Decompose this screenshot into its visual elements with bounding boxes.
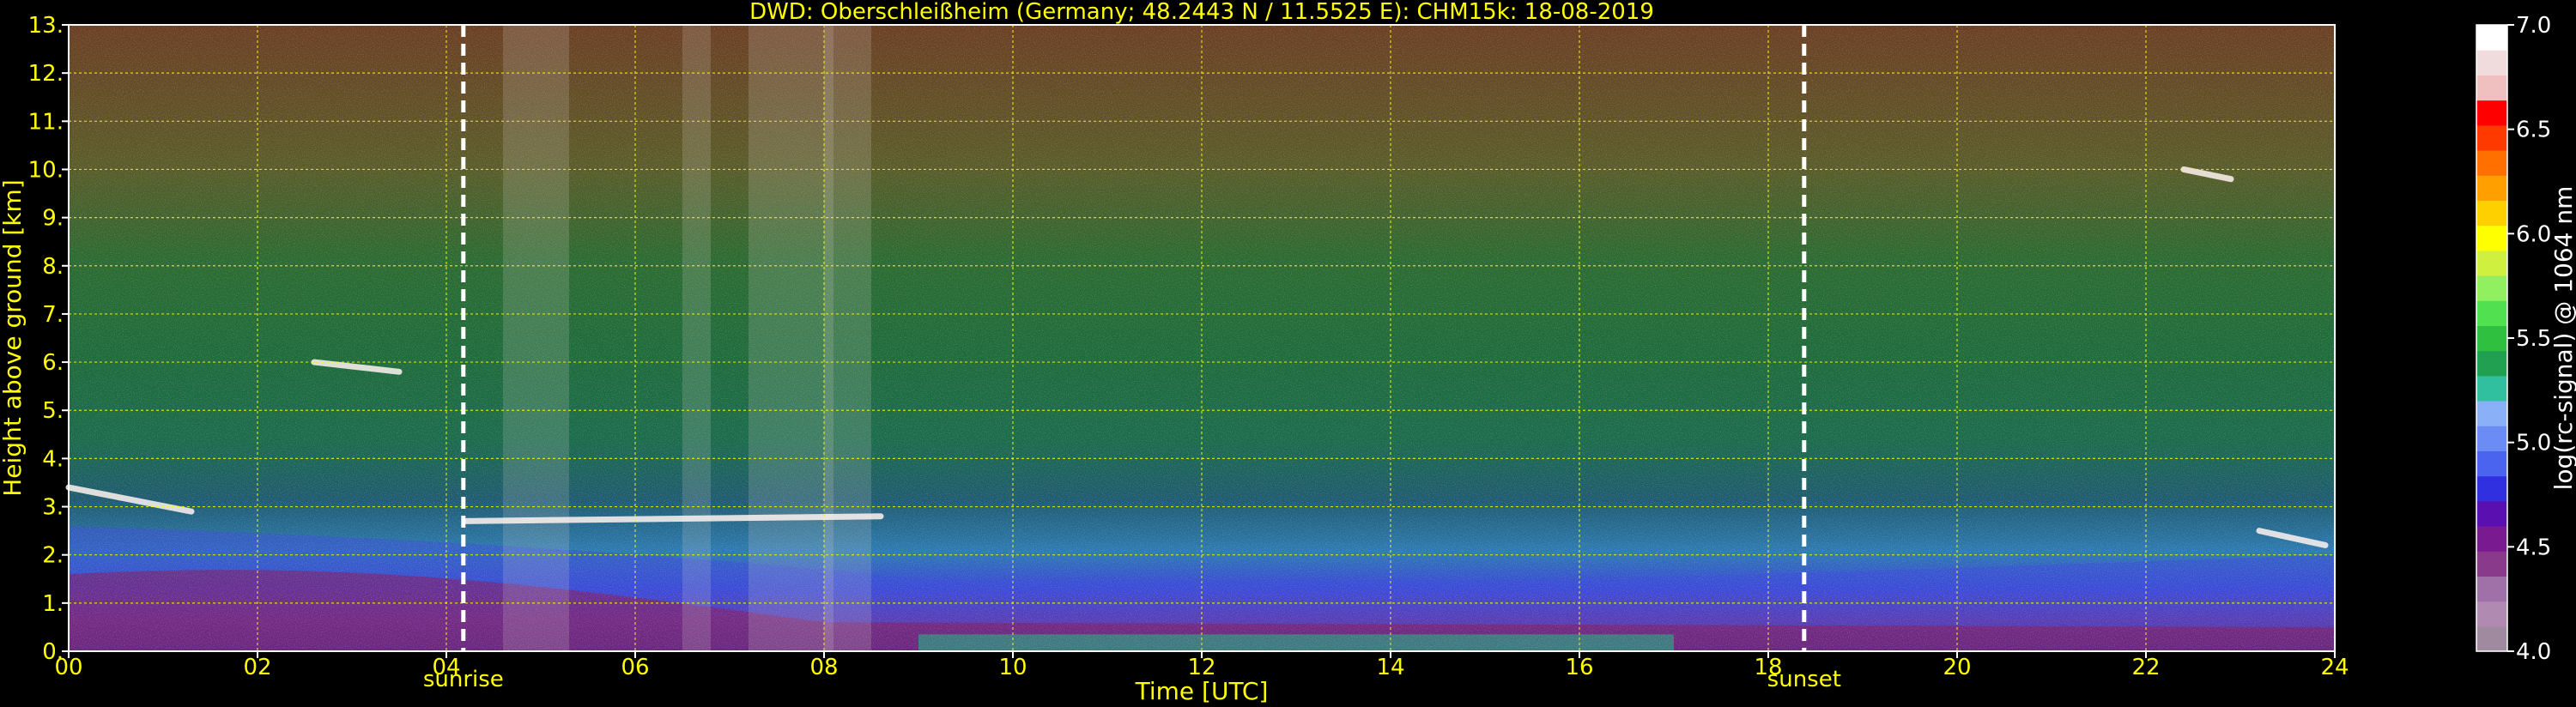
colorbar-segment bbox=[2476, 225, 2507, 251]
colorbar-segment bbox=[2476, 450, 2507, 477]
colorbar-tick-label: 7.0 bbox=[2516, 13, 2551, 39]
colorbar-segment bbox=[2476, 275, 2507, 301]
x-tick-label: 24 bbox=[2320, 655, 2349, 680]
colorbar-segment bbox=[2476, 350, 2507, 377]
colorbar-segment bbox=[2476, 426, 2507, 451]
x-tick-label: 02 bbox=[243, 655, 271, 680]
x-tick-label: 08 bbox=[809, 655, 838, 680]
colorbar-segment bbox=[2476, 175, 2507, 201]
y-tick-label: 4. bbox=[42, 446, 64, 472]
colorbar-tick-label: 6.0 bbox=[2516, 221, 2551, 247]
x-tick-label: 16 bbox=[1565, 655, 1593, 680]
colorbar bbox=[2476, 24, 2508, 652]
colorbar-segment bbox=[2476, 625, 2507, 652]
y-tick-label: 13. bbox=[28, 13, 64, 39]
x-tick-label: 10 bbox=[998, 655, 1027, 680]
chart-title: DWD: Oberschleißheim (Germany; 48.2443 N… bbox=[749, 0, 1654, 25]
colorbar-segment bbox=[2476, 576, 2507, 602]
y-tick-label: 8. bbox=[42, 254, 64, 280]
colorbar-segment bbox=[2476, 325, 2507, 352]
colorbar-segment bbox=[2476, 100, 2507, 126]
y-tick-label: 2. bbox=[42, 543, 64, 569]
x-tick-label: 14 bbox=[1376, 655, 1404, 680]
x-tick-label: 22 bbox=[2131, 655, 2160, 680]
colorbar-tick-label: 5.5 bbox=[2516, 326, 2551, 352]
colorbar-segment bbox=[2476, 375, 2507, 402]
y-tick-label: 3. bbox=[42, 495, 64, 521]
y-tick-label: 5. bbox=[42, 398, 64, 424]
colorbar-tick-label: 4.5 bbox=[2516, 535, 2551, 560]
colorbar-segment bbox=[2476, 551, 2507, 577]
colorbar-segment bbox=[2476, 526, 2507, 552]
colorbar-segment bbox=[2476, 25, 2507, 51]
colorbar-segment bbox=[2476, 50, 2507, 76]
y-tick-label: 12. bbox=[28, 61, 64, 87]
y-tick-label: 7. bbox=[42, 302, 64, 328]
colorbar-segment bbox=[2476, 475, 2507, 502]
colorbar-segment bbox=[2476, 75, 2507, 101]
y-tick-label: 11. bbox=[28, 109, 64, 135]
colorbar-tick-label: 5.0 bbox=[2516, 431, 2551, 456]
y-tick-label: 1. bbox=[42, 591, 64, 617]
x-tick-label: 06 bbox=[621, 655, 649, 680]
colorbar-segment bbox=[2476, 150, 2507, 176]
colorbar-segment bbox=[2476, 601, 2507, 627]
colorbar-segment bbox=[2476, 124, 2507, 151]
colorbar-label: log(rc-signal) @ 1064 nm bbox=[2549, 186, 2576, 491]
ceilometer-chart: DWD: Oberschleißheim (Germany; 48.2443 N… bbox=[0, 0, 2576, 707]
colorbar-segment bbox=[2476, 401, 2507, 426]
colorbar-segment bbox=[2476, 200, 2507, 227]
colorbar-segment bbox=[2476, 250, 2507, 276]
y-tick-label: 6. bbox=[42, 350, 64, 376]
y-tick-label: 0. bbox=[42, 639, 64, 665]
plot-area bbox=[65, 24, 2336, 652]
colorbar-segment bbox=[2476, 500, 2507, 527]
colorbar-segment bbox=[2476, 300, 2507, 326]
colorbar-tick-label: 4.0 bbox=[2516, 639, 2551, 665]
y-tick-label: 10. bbox=[28, 157, 64, 183]
colorbar-tick-label: 6.5 bbox=[2516, 118, 2551, 143]
y-axis-label: Height above ground [km] bbox=[0, 179, 27, 497]
sunrise-label: sunrise bbox=[423, 667, 504, 692]
y-tick-label: 9. bbox=[42, 206, 64, 232]
x-tick-label: 20 bbox=[1943, 655, 1971, 680]
x-axis-label: Time [UTC] bbox=[1135, 677, 1269, 705]
sunset-label: sunset bbox=[1767, 667, 1841, 692]
